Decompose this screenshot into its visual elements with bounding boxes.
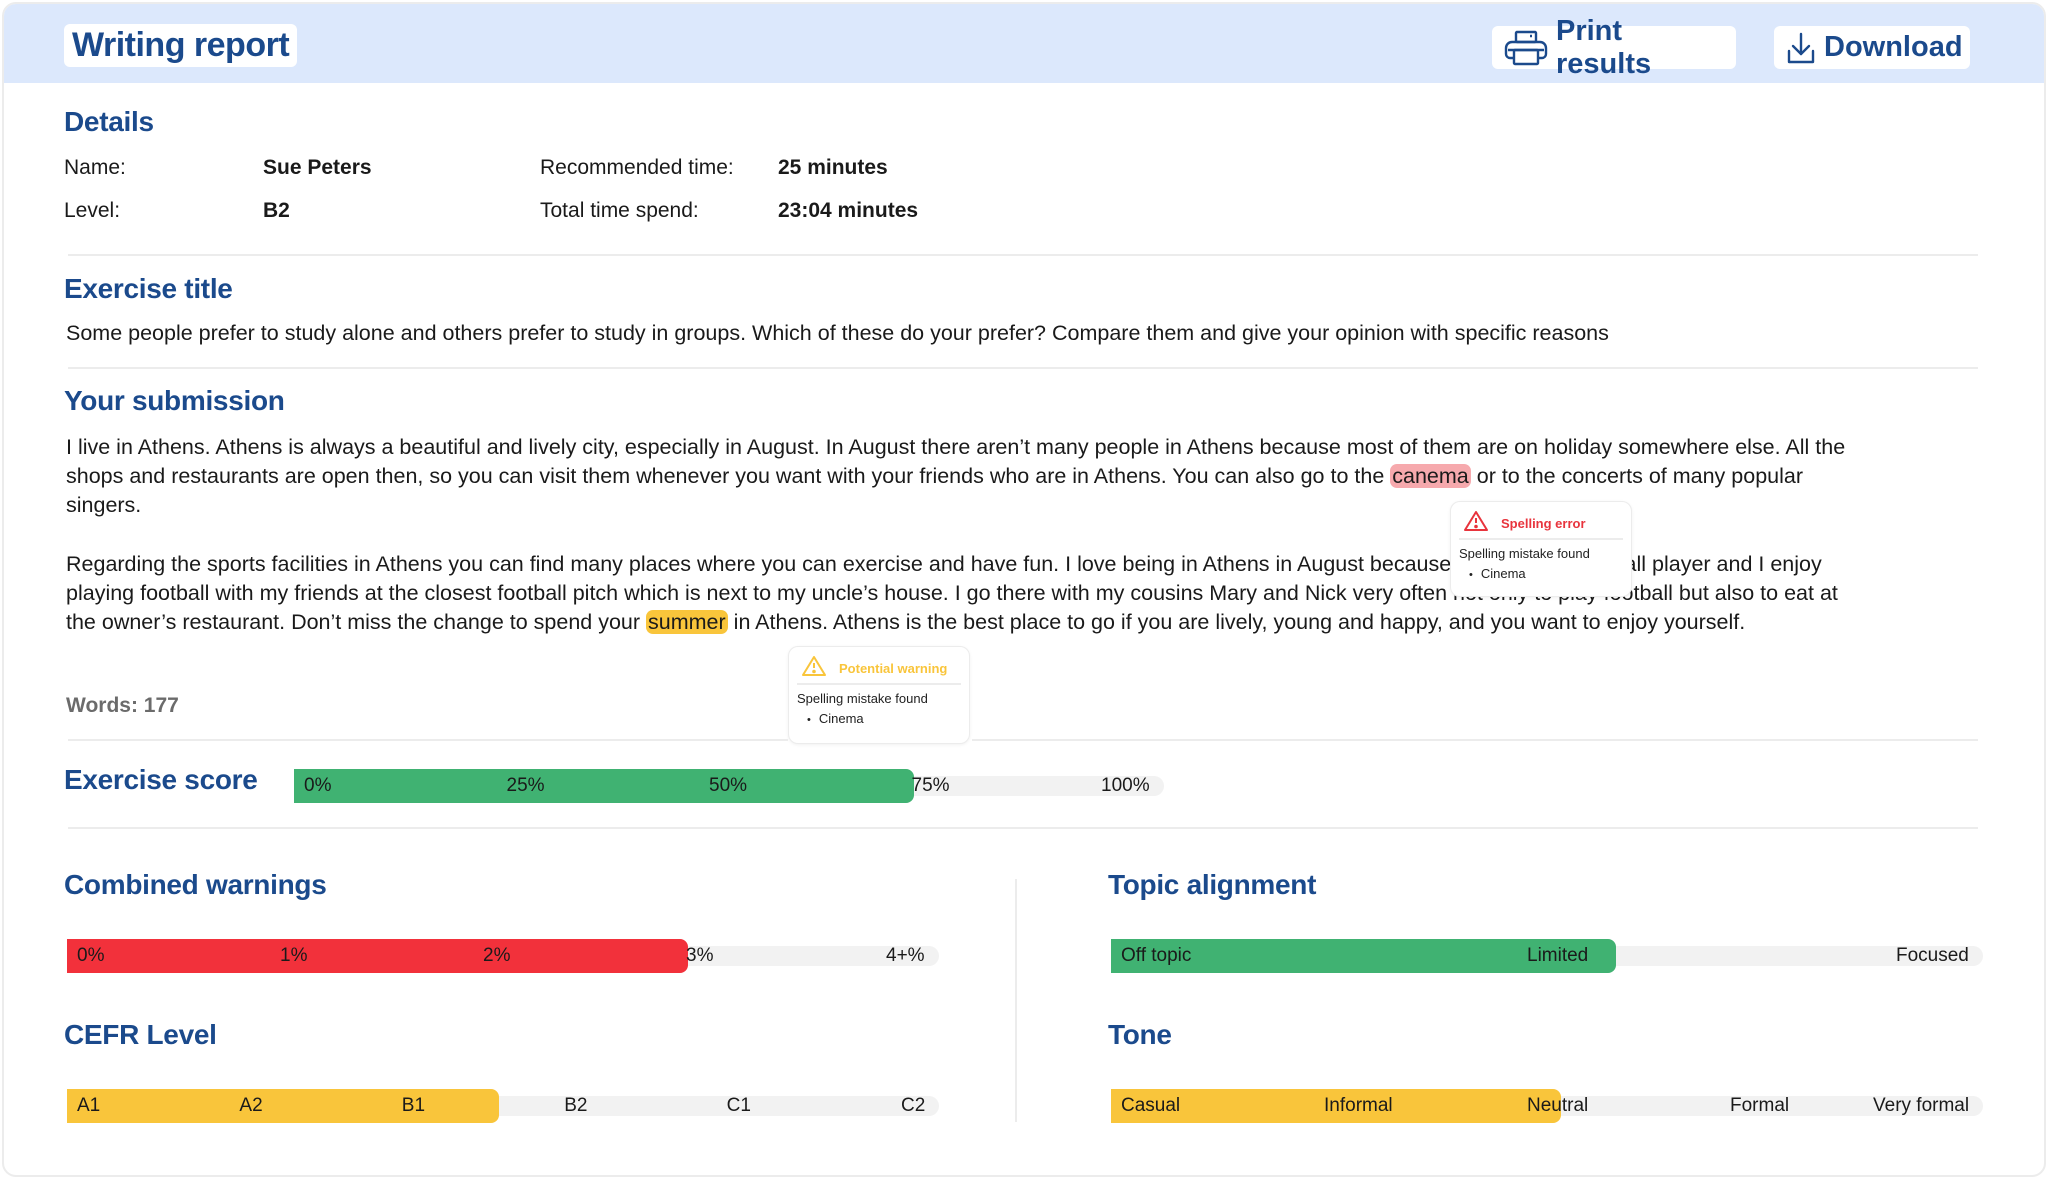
suggestion-item[interactable]: Cinema <box>807 709 961 730</box>
scale-tick-label: B1 <box>401 1095 426 1116</box>
scale-tick-label: C2 <box>901 1095 926 1116</box>
potential-warning-tooltip: Potential warning Spelling mistake found… <box>788 646 970 744</box>
divider <box>68 827 1978 829</box>
submission-heading: Your submission <box>64 385 285 416</box>
total-time-value: 23:04 minutes <box>778 199 919 222</box>
potential-warning-word[interactable]: summer <box>646 610 728 634</box>
name-label: Name: <box>64 156 126 179</box>
scale-tick-label: 2% <box>483 945 511 966</box>
scale-fill <box>67 1089 500 1123</box>
scale-fill <box>67 939 688 973</box>
cefr-level-bar: A1 A2 B1 B2 C1 C2 <box>67 1089 939 1123</box>
scale-tick-label: B2 <box>564 1095 588 1116</box>
exercise-title-heading: Exercise title <box>64 273 233 304</box>
divider <box>68 254 1978 256</box>
divider <box>972 739 1978 741</box>
exercise-score-bar: 0% 25% 50% 75% 100% <box>294 769 1164 803</box>
scale-tick-label: Very formal <box>1873 1095 1970 1116</box>
tooltip-header: Spelling error <box>1459 508 1623 540</box>
level-label: Level: <box>64 199 121 222</box>
scale-tick-label: C1 <box>726 1095 751 1116</box>
tooltip-title: Spelling error <box>1501 515 1586 531</box>
word-count: Words: 177 <box>66 694 179 717</box>
spelling-error-tooltip: Spelling error Spelling mistake found Ci… <box>1450 501 1632 597</box>
print-results-button[interactable]: Print results <box>1492 15 1736 80</box>
scale-tick-label: 0% <box>77 945 105 966</box>
level-value: B2 <box>263 199 290 222</box>
combined-warnings-bar: 0% 1% 2% 3% 4+% <box>67 939 939 973</box>
scale-tick-label: Formal <box>1730 1095 1790 1116</box>
scale-tick-label: 100% <box>1101 775 1150 796</box>
details-heading: Details <box>64 106 154 137</box>
scale-tick-label: 4+% <box>886 945 925 966</box>
recommended-time-value: 25 minutes <box>778 156 888 179</box>
scale-tick-label: 25% <box>506 775 545 796</box>
cefr-level-heading: CEFR Level <box>64 1019 217 1050</box>
divider <box>68 739 788 741</box>
name-value: Sue Peters <box>263 156 372 179</box>
tooltip-message: Spelling mistake found <box>1459 546 1590 561</box>
download-button[interactable]: Download <box>1774 26 1970 69</box>
writing-report-card: Writing report Print results Download De… <box>2 2 2046 1177</box>
scale-tick-label: Focused <box>1896 945 1969 966</box>
recommended-time-label: Recommended time: <box>540 156 734 179</box>
exercise-score-heading: Exercise score <box>64 764 258 795</box>
scale-tick-label: A2 <box>239 1095 263 1116</box>
divider <box>68 367 1978 369</box>
page-title: Writing report <box>64 24 298 67</box>
tone-heading: Tone <box>1108 1019 1172 1050</box>
tooltip-title: Potential warning <box>839 660 948 676</box>
tooltip-body: Spelling mistake found Cinema <box>797 685 961 730</box>
topic-alignment-bar: Off topic Limited Focused <box>1111 939 1983 973</box>
spelling-error-word[interactable]: canema <box>1390 464 1471 488</box>
tooltip-message: Spelling mistake found <box>797 691 928 706</box>
print-results-label: Print results <box>1556 14 1652 80</box>
topic-alignment-heading: Topic alignment <box>1108 869 1317 900</box>
suggestion-item[interactable]: Cinema <box>1469 564 1623 585</box>
scale-tick-label: 50% <box>709 775 748 796</box>
scale-tick-label: Informal <box>1324 1095 1393 1116</box>
scale-tick-label: 1% <box>280 945 308 966</box>
scale-tick-label: 75% <box>911 775 950 796</box>
download-label: Download <box>1824 31 1963 63</box>
combined-warnings-heading: Combined warnings <box>64 869 327 900</box>
column-divider <box>1015 879 1017 1122</box>
warning-triangle-icon <box>801 655 827 682</box>
scale-tick-label: A1 <box>77 1095 101 1116</box>
scale-tick-label: Limited <box>1527 945 1589 966</box>
total-time-label: Total time spend: <box>540 199 699 222</box>
report-header: Writing report Print results Download <box>4 4 2044 83</box>
scale-tick-label: Neutral <box>1527 1095 1589 1116</box>
tooltip-header: Potential warning <box>797 653 961 685</box>
scale-fill <box>294 769 914 803</box>
tone-bar: Casual Informal Neutral Formal Very formal <box>1111 1089 1983 1123</box>
scale-tick-label: Off topic <box>1121 945 1192 966</box>
tooltip-body: Spelling mistake found Cinema <box>1459 540 1623 585</box>
scale-tick-label: Casual <box>1121 1095 1181 1116</box>
exercise-title-text: Some people prefer to study alone and ot… <box>66 321 1609 345</box>
scale-tick-label: 3% <box>686 945 714 966</box>
warning-triangle-icon <box>1463 510 1489 537</box>
printer-icon <box>1504 30 1548 66</box>
scale-tick-label: 0% <box>304 775 332 796</box>
download-icon <box>1786 31 1816 65</box>
